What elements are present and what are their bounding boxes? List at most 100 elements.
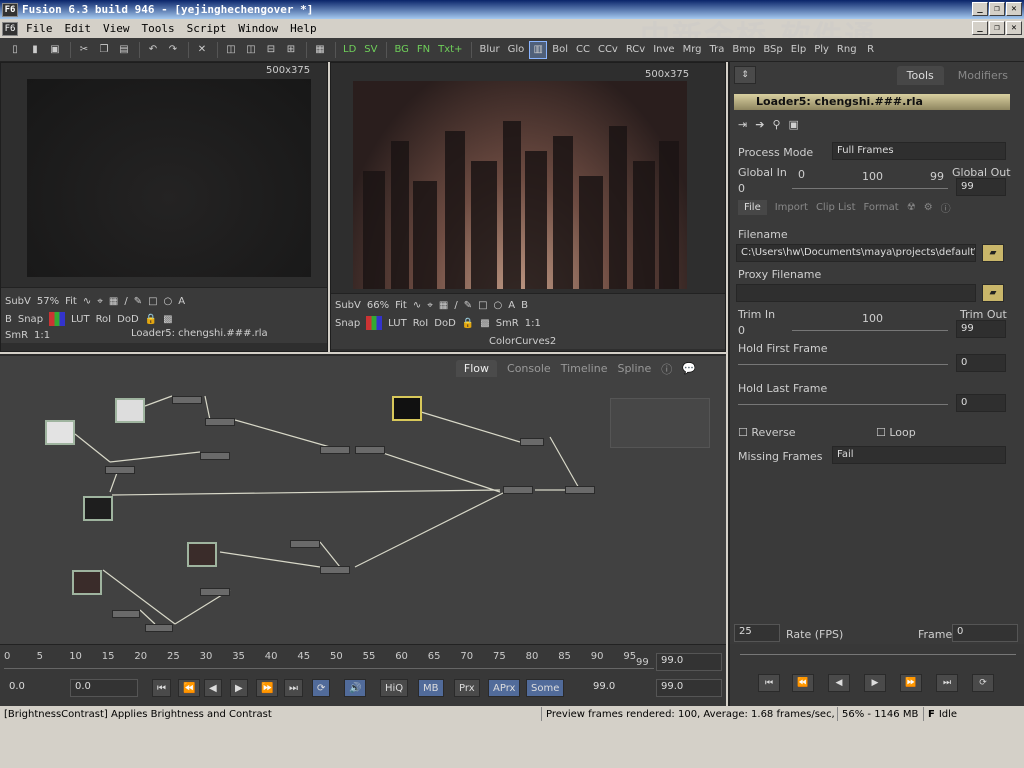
tool-txt[interactable]: Txt+ xyxy=(435,41,465,59)
tool-ply[interactable]: Ply xyxy=(811,41,832,59)
render-end-value[interactable]: 99.0 xyxy=(656,653,722,671)
menu-help[interactable]: Help xyxy=(284,22,323,35)
tool-ld[interactable]: LD xyxy=(340,41,359,59)
zoom-level[interactable]: 57% xyxy=(37,296,59,307)
tool-r[interactable]: R xyxy=(862,41,880,59)
ratio-button[interactable]: 1:1 xyxy=(525,318,541,329)
hold-first-slider[interactable] xyxy=(738,364,948,372)
menu-edit[interactable]: Edit xyxy=(59,22,98,35)
flow-node[interactable] xyxy=(172,396,202,404)
checker-icon[interactable]: ▩ xyxy=(163,314,172,325)
fit-button[interactable]: Fit xyxy=(395,300,407,311)
global-range-slider[interactable] xyxy=(792,188,948,196)
some-button[interactable]: Some xyxy=(526,679,565,697)
tab-format[interactable]: Format xyxy=(863,202,898,213)
text-icon[interactable]: A xyxy=(178,296,185,307)
rewind-icon[interactable]: ⏪ xyxy=(178,679,201,697)
circle-icon[interactable]: ○ xyxy=(164,296,173,307)
frame-slider[interactable] xyxy=(740,654,1016,662)
tool-elp[interactable]: Elp xyxy=(788,41,809,59)
tool-inve[interactable]: Inve xyxy=(650,41,677,59)
tool-sv[interactable]: SV xyxy=(361,41,380,59)
loader-thumb-3[interactable] xyxy=(83,496,113,521)
flow-node[interactable] xyxy=(145,624,173,632)
render-start-field[interactable]: 0.0 xyxy=(70,679,138,697)
global-out-value[interactable]: 99 xyxy=(956,178,1006,196)
reverse-checkbox[interactable]: ☐ Reverse xyxy=(738,426,796,439)
subview-button[interactable]: SubV xyxy=(5,296,31,307)
tool-blur[interactable]: Blur xyxy=(476,41,502,59)
rectangle-icon[interactable]: □ xyxy=(478,300,487,311)
doc-restore-icon[interactable]: ❐ xyxy=(989,21,1005,35)
lock-icon[interactable]: 🔒 xyxy=(145,314,157,325)
flow-node[interactable] xyxy=(290,540,320,548)
play-icon[interactable]: ▶ xyxy=(230,679,248,697)
brush-icon[interactable]: ✎ xyxy=(134,296,142,307)
roi-button[interactable]: RoI xyxy=(413,318,429,329)
viewer-right[interactable]: 500x375 SubV 66% Fit ∿ ⌖ ▦ / ✎ □ ○ A B S… xyxy=(330,62,726,352)
hold-last-value[interactable]: 0 xyxy=(956,394,1006,412)
lut-button[interactable]: LUT xyxy=(388,318,407,329)
render-end-field[interactable]: 99.0 xyxy=(588,679,654,697)
flow-editor[interactable]: Flow Console Timeline Spline ⓘ 💬 xyxy=(0,354,726,644)
hiq-button[interactable]: HiQ xyxy=(380,679,409,697)
dod-button[interactable]: DoD xyxy=(434,318,456,329)
frame-field[interactable]: 0 xyxy=(952,624,1018,642)
tab-file[interactable]: File xyxy=(738,200,767,215)
pen-icon[interactable]: / xyxy=(124,296,127,307)
flow-node[interactable] xyxy=(503,486,533,494)
play-icon[interactable]: ▶ xyxy=(864,674,886,692)
go-to-end-icon[interactable]: ⏭ xyxy=(936,674,958,692)
restore-icon[interactable]: ❐ xyxy=(989,2,1005,16)
browse-proxy-icon[interactable]: ▰ xyxy=(982,284,1004,302)
menu-window[interactable]: Window xyxy=(232,22,284,35)
curve-icon[interactable]: ∿ xyxy=(413,300,421,311)
tab-import[interactable]: Import xyxy=(775,202,808,213)
tool-ccv[interactable]: CCv xyxy=(595,41,621,59)
brush-icon[interactable]: ✎ xyxy=(464,300,472,311)
copy-icon[interactable]: ❐ xyxy=(95,41,113,59)
doc-minimize-icon[interactable]: _ xyxy=(972,21,988,35)
tool-mrg[interactable]: Mrg xyxy=(680,41,705,59)
pin-icon[interactable]: ⇥ xyxy=(738,118,747,131)
loader-thumb-4[interactable] xyxy=(187,542,217,567)
loader-thumb-2[interactable] xyxy=(45,420,75,445)
open-file-icon[interactable]: ▮ xyxy=(26,41,44,59)
time-ruler[interactable]: 0 5 10 15 20 25 30 35 40 45 50 55 60 65 70 75 80 85 90 95 99 xyxy=(4,649,654,669)
fast-forward-icon[interactable]: ⏩ xyxy=(900,674,922,692)
layout-4-icon[interactable]: ⊞ xyxy=(282,41,300,59)
trim-out-value[interactable]: 99 xyxy=(956,320,1006,338)
link-icon[interactable]: ⚲ xyxy=(772,118,780,131)
render-icon[interactable]: ▦ xyxy=(311,41,329,59)
filename-input[interactable]: C:\Users\hw\Documents\maya\projects\defa… xyxy=(736,244,976,262)
cut-icon[interactable]: ✂ xyxy=(75,41,93,59)
loop-icon[interactable]: ⟳ xyxy=(312,679,331,697)
curve-icon[interactable]: ∿ xyxy=(83,296,91,307)
menu-tools[interactable]: Tools xyxy=(136,22,181,35)
loader-thumb-1[interactable] xyxy=(115,398,145,423)
tool-bg[interactable]: BG xyxy=(391,41,411,59)
fit-button[interactable]: Fit xyxy=(65,296,77,307)
prx-button[interactable]: Prx xyxy=(454,679,480,697)
lock-icon[interactable]: 🔒 xyxy=(462,318,474,329)
smr-button[interactable]: SmR xyxy=(5,330,28,341)
layout-2-icon[interactable]: ◫ xyxy=(242,41,260,59)
layout-3-icon[interactable]: ⊟ xyxy=(262,41,280,59)
tab-tools[interactable]: Tools xyxy=(896,66,944,85)
flow-node[interactable] xyxy=(320,446,350,454)
flow-node[interactable] xyxy=(355,446,385,454)
minimize-icon[interactable]: _ xyxy=(972,2,988,16)
global-end-field[interactable]: 99.0 xyxy=(656,679,722,697)
tool-cc[interactable]: CC xyxy=(573,41,593,59)
tool-header[interactable]: Loader5: chengshi.###.rla xyxy=(734,94,1010,110)
global-in-value[interactable]: 0 xyxy=(738,182,745,195)
trim-in-value[interactable]: 0 xyxy=(738,324,745,337)
rgb-channel-icon[interactable] xyxy=(366,316,383,330)
tool-rng[interactable]: Rng xyxy=(834,41,860,59)
roi-button[interactable]: RoI xyxy=(96,314,112,325)
browse-folder-icon[interactable]: ▰ xyxy=(982,244,1004,262)
radioactive-icon[interactable]: ☢ xyxy=(907,202,916,213)
snap-button[interactable]: Snap xyxy=(335,318,360,329)
app-menu-icon[interactable]: F6 xyxy=(2,21,18,36)
panel-expand-icon[interactable]: ⇕ xyxy=(734,66,756,84)
